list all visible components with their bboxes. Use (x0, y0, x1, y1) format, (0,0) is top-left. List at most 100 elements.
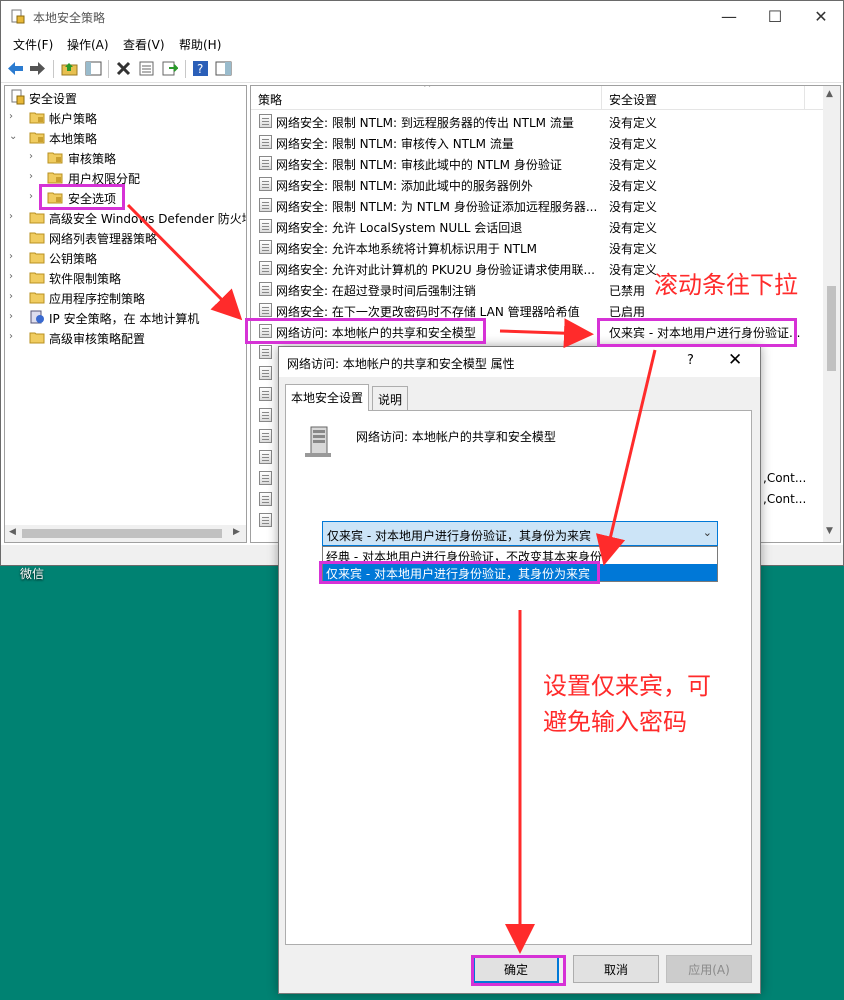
dialog-close-button[interactable]: ✕ (728, 350, 742, 370)
policy-setting: 没有定义 (609, 200, 658, 214)
navigation-tree[interactable]: 安全设置 › 帐户策略 ⌄ 本地策略 › 审核策略 › 用户权限分配 › 安全选… (4, 85, 247, 543)
chevron-right-icon[interactable]: › (9, 251, 19, 263)
sharing-model-select[interactable]: 仅来宾 - 对本地用户进行身份验证，其身份为来宾 ⌄ (322, 521, 718, 546)
ip-security-shield-icon (30, 310, 44, 324)
scrollbar-thumb[interactable] (22, 529, 222, 538)
tree-item-label: 公钥策略 (49, 252, 98, 266)
scrollbar-thumb[interactable] (827, 286, 836, 371)
table-row[interactable]: 网络安全: 限制 NTLM: 到远程服务器的传出 NTLM 流量 没有定义 (251, 111, 824, 132)
chevron-right-icon[interactable]: › (9, 111, 19, 123)
folder-icon (29, 292, 45, 304)
minimize-button[interactable]: — (706, 1, 752, 31)
svg-text:?: ? (197, 62, 203, 76)
policy-item-icon (259, 492, 272, 506)
title-bar[interactable]: 本地安全策略 — ☐ ✕ (1, 1, 843, 32)
chevron-down-icon[interactable]: ⌄ (9, 131, 19, 143)
policy-item-icon (259, 345, 272, 359)
table-row[interactable]: 网络安全: 限制 NTLM: 为 NTLM 身份验证添加远程服务器... 没有定义 (251, 195, 824, 216)
chevron-right-icon[interactable]: › (9, 211, 19, 223)
chevron-right-icon[interactable]: › (9, 311, 19, 323)
table-row[interactable]: 网络安全: 允许 LocalSystem NULL 会话回退 没有定义 (251, 216, 824, 237)
policy-name: 网络安全: 限制 NTLM: 审核此域中的 NTLM 身份验证 (276, 158, 562, 172)
server-icon (305, 426, 331, 457)
policy-name: 网络安全: 限制 NTLM: 审核传入 NTLM 流量 (276, 137, 514, 151)
table-row[interactable]: 网络安全: 限制 NTLM: 审核此域中的 NTLM 身份验证 没有定义 (251, 153, 824, 174)
folder-icon (29, 252, 45, 264)
chevron-right-icon[interactable]: › (9, 291, 19, 303)
column-header-policy[interactable]: 策略 (258, 91, 282, 108)
policy-setting: 没有定义 (609, 263, 658, 277)
folder-icon (29, 332, 45, 344)
tab-local-security-setting[interactable]: 本地安全设置 (285, 384, 370, 411)
scroll-left-icon[interactable]: ◀ (9, 527, 16, 537)
folder-lock-icon (47, 172, 63, 184)
properties-icon[interactable] (138, 60, 155, 77)
show-hide-tree-icon[interactable] (85, 60, 102, 77)
tree-horizontal-scrollbar[interactable]: ◀ ▶ (5, 525, 246, 542)
annotation-guest-hint-line2: 避免输入密码 (543, 708, 687, 736)
help-icon[interactable]: ? (192, 60, 209, 77)
toolbar: ? (1, 55, 843, 83)
table-row[interactable]: 网络安全: 允许本地系统将计算机标识用于 NTLM 没有定义 (251, 237, 824, 258)
help-button[interactable]: ? (687, 353, 694, 368)
tree-item-label: 高级安全 Windows Defender 防火墙 (49, 212, 247, 226)
action-pane-icon[interactable] (215, 60, 232, 77)
scroll-up-icon[interactable]: ▲ (826, 89, 833, 99)
tab-explain[interactable]: 说明 (372, 386, 409, 410)
forward-arrow-icon[interactable] (29, 60, 46, 77)
tree-item-label: 本地策略 (49, 132, 98, 146)
tree-item-label: 审核策略 (68, 152, 117, 166)
table-row[interactable]: 网络安全: 限制 NTLM: 审核传入 NTLM 流量 没有定义 (251, 132, 824, 153)
policy-item-icon (259, 366, 272, 380)
policy-item-icon (259, 198, 272, 212)
chevron-right-icon[interactable]: › (9, 331, 19, 343)
policy-item-icon (259, 261, 272, 275)
menu-file[interactable]: 文件(F) (13, 36, 53, 53)
policy-setting: ,Cont... (763, 492, 807, 506)
menu-help[interactable]: 帮助(H) (179, 36, 221, 53)
policy-name: 网络安全: 限制 NTLM: 添加此域中的服务器例外 (276, 179, 533, 193)
apply-button[interactable]: 应用(A) (666, 955, 752, 983)
policy-item-icon (259, 114, 272, 128)
chevron-down-icon[interactable]: ⌄ (703, 526, 712, 539)
folder-icon (29, 212, 45, 224)
policy-name: 网络安全: 限制 NTLM: 到远程服务器的传出 NTLM 流量 (276, 116, 574, 130)
up-folder-icon[interactable] (61, 60, 78, 77)
policy-item-icon (259, 303, 272, 317)
export-list-icon[interactable] (161, 60, 178, 77)
back-arrow-icon[interactable] (7, 60, 24, 77)
column-divider[interactable] (804, 86, 805, 110)
chevron-right-icon[interactable]: › (29, 191, 39, 203)
policy-item-icon (259, 135, 272, 149)
menu-action[interactable]: 操作(A) (67, 36, 109, 53)
list-vertical-scrollbar[interactable]: ▲ ▼ (823, 86, 840, 542)
chevron-right-icon[interactable]: › (9, 271, 19, 283)
highlight-ok-button (471, 955, 566, 986)
annotation-scroll-hint: 滚动条往下拉 (654, 271, 798, 299)
desktop-icon-label[interactable]: 微信 (20, 565, 44, 582)
chevron-right-icon[interactable]: › (29, 151, 39, 163)
table-row[interactable]: 网络安全: 限制 NTLM: 添加此域中的服务器例外 没有定义 (251, 174, 824, 195)
policy-item-icon (259, 282, 272, 296)
cancel-button[interactable]: 取消 (573, 955, 659, 983)
chevron-right-icon[interactable]: › (29, 171, 39, 183)
policy-name: 网络安全: 允许对此计算机的 PKU2U 身份验证请求使用联... (276, 263, 595, 277)
policy-item-icon (259, 429, 272, 443)
scroll-right-icon[interactable]: ▶ (233, 527, 240, 537)
annotation-guest-hint-line1: 设置仅来宾，可 (543, 672, 711, 700)
maximize-button[interactable]: ☐ (752, 1, 798, 31)
policy-name: 网络安全: 允许 LocalSystem NULL 会话回退 (276, 221, 523, 235)
column-header-setting[interactable]: 安全设置 (609, 91, 657, 108)
policy-item-icon (259, 387, 272, 401)
delete-icon[interactable] (115, 60, 132, 77)
dialog-title-bar[interactable]: 网络访问: 本地帐户的共享和安全模型 属性 ? ✕ (279, 347, 760, 377)
close-button[interactable]: ✕ (798, 1, 844, 31)
tree-item-label: 软件限制策略 (49, 272, 122, 286)
policy-item-icon (259, 240, 272, 254)
list-header: 策略 ^ 安全设置 (251, 86, 824, 110)
tree-item-label: 应用程序控制策略 (49, 292, 146, 306)
menu-view[interactable]: 查看(V) (123, 36, 165, 53)
column-divider[interactable] (601, 86, 602, 110)
scroll-down-icon[interactable]: ▼ (826, 526, 833, 536)
highlight-setting-value (597, 318, 797, 347)
